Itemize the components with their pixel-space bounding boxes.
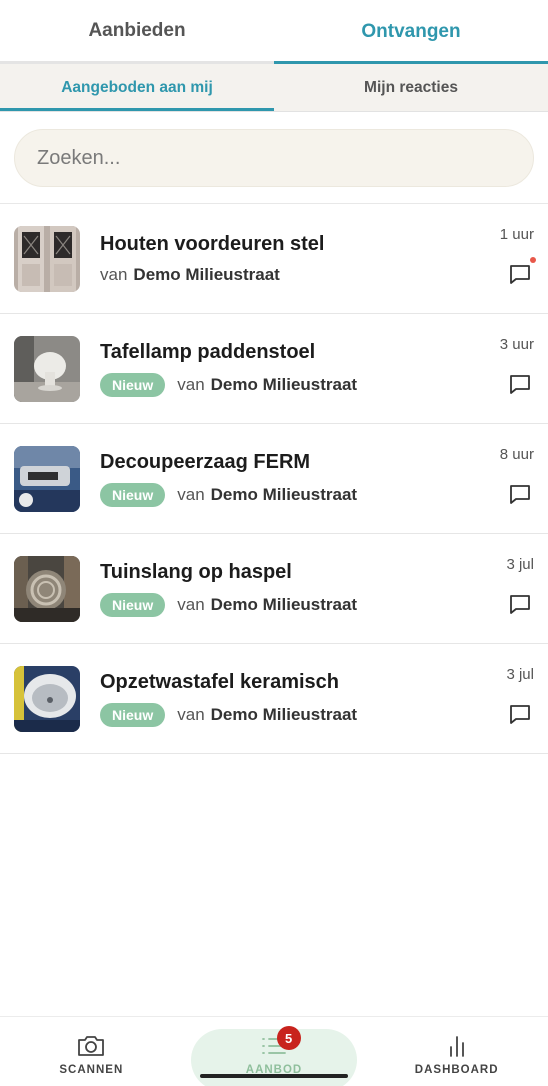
item-from-label: van [100, 264, 128, 284]
item-from-label: van [177, 484, 205, 504]
top-tabs: Aanbieden Ontvangen [0, 0, 548, 64]
item-info: Tuinslang op haspel Nieuw van Demo Milie… [100, 561, 357, 617]
new-badge: Nieuw [100, 592, 166, 617]
nav-dashboard[interactable]: DASHBOARD [365, 1017, 548, 1086]
item-sender: Demo Milieustraat [210, 484, 358, 504]
item-sender: Demo Milieustraat [133, 264, 280, 284]
message-button[interactable] [508, 592, 532, 616]
list-item[interactable]: Tafellamp paddenstoel Nieuw van Demo Mil… [0, 314, 548, 424]
item-timestamp: 3 uur [499, 336, 534, 353]
message-button[interactable] [508, 257, 536, 286]
list-item[interactable]: Decoupeerzaag FERM Nieuw van Demo Milieu… [0, 424, 548, 534]
nav-label: SCANNEN [59, 1064, 124, 1076]
bar-chart-icon [449, 1036, 464, 1057]
message-button[interactable] [508, 482, 532, 506]
item-sender: Demo Milieustraat [210, 594, 358, 614]
message-button[interactable] [508, 372, 532, 396]
sub-tabs: Aangeboden aan mij Mijn reacties [0, 64, 548, 112]
chat-bubble-icon [510, 595, 530, 614]
item-timestamp: 8 uur [499, 446, 534, 463]
notification-count-badge: 5 [276, 1026, 301, 1050]
item-timestamp: 3 jul [506, 556, 534, 573]
chat-bubble-icon [510, 375, 530, 394]
item-sender: Demo Milieustraat [210, 704, 358, 724]
nav-label: DASHBOARD [414, 1064, 499, 1076]
item-info: Decoupeerzaag FERM Nieuw van Demo Milieu… [100, 451, 357, 507]
subtab-aangeboden-aan-mij[interactable]: Aangeboden aan mij [0, 64, 274, 111]
chat-bubble-icon [510, 705, 530, 724]
tab-aanbieden[interactable]: Aanbieden [0, 0, 274, 61]
item-title: Tafellamp paddenstoel [100, 340, 316, 363]
item-timestamp: 3 jul [506, 666, 534, 683]
item-info: Houten voordeuren stel van Demo Milieust… [100, 233, 324, 285]
item-meta: Nieuw van Demo Milieustraat [100, 702, 358, 727]
item-from-label: van [177, 594, 205, 614]
item-meta: Nieuw van Demo Milieustraat [100, 482, 358, 507]
home-indicator [200, 1074, 348, 1078]
new-badge: Nieuw [100, 372, 166, 397]
item-meta: Nieuw van Demo Milieustraat [100, 372, 358, 397]
item-timestamp: 1 uur [499, 226, 534, 243]
item-from-label: van [177, 374, 205, 394]
item-thumbnail [14, 555, 80, 622]
item-thumbnail [14, 335, 80, 402]
bottom-nav: SCANNEN AANBOD 5 DASHBOARD [0, 1016, 548, 1086]
message-button[interactable] [508, 702, 532, 726]
new-badge: Nieuw [100, 482, 166, 507]
item-from-label: van [177, 704, 205, 724]
chat-bubble-icon [510, 265, 530, 284]
nav-scannen[interactable]: SCANNEN [0, 1017, 183, 1086]
search-input[interactable] [14, 129, 534, 187]
item-thumbnail [14, 225, 80, 292]
search-bar [0, 112, 548, 204]
item-title: Opzetwastafel keramisch [100, 670, 339, 693]
list-item[interactable]: Houten voordeuren stel van Demo Milieust… [0, 204, 548, 314]
tab-ontvangen[interactable]: Ontvangen [274, 0, 548, 64]
item-sender: Demo Milieustraat [210, 374, 358, 394]
item-meta: Nieuw van Demo Milieustraat [100, 592, 358, 617]
new-badge: Nieuw [100, 702, 166, 727]
item-thumbnail [14, 445, 80, 512]
offer-list: Houten voordeuren stel van Demo Milieust… [0, 204, 548, 754]
item-meta: van Demo Milieustraat [100, 265, 324, 285]
camera-icon [78, 1036, 105, 1056]
list-item[interactable]: Tuinslang op haspel Nieuw van Demo Milie… [0, 534, 548, 644]
item-info: Opzetwastafel keramisch Nieuw van Demo M… [100, 671, 357, 727]
list-item[interactable]: Opzetwastafel keramisch Nieuw van Demo M… [0, 644, 548, 754]
item-thumbnail [14, 665, 80, 732]
unread-indicator [530, 257, 536, 263]
item-title: Decoupeerzaag FERM [100, 450, 311, 473]
item-title: Tuinslang op haspel [100, 560, 292, 583]
chat-bubble-icon [510, 485, 530, 504]
item-info: Tafellamp paddenstoel Nieuw van Demo Mil… [100, 341, 357, 397]
item-title: Houten voordeuren stel [100, 232, 325, 255]
subtab-mijn-reacties[interactable]: Mijn reacties [274, 64, 548, 111]
